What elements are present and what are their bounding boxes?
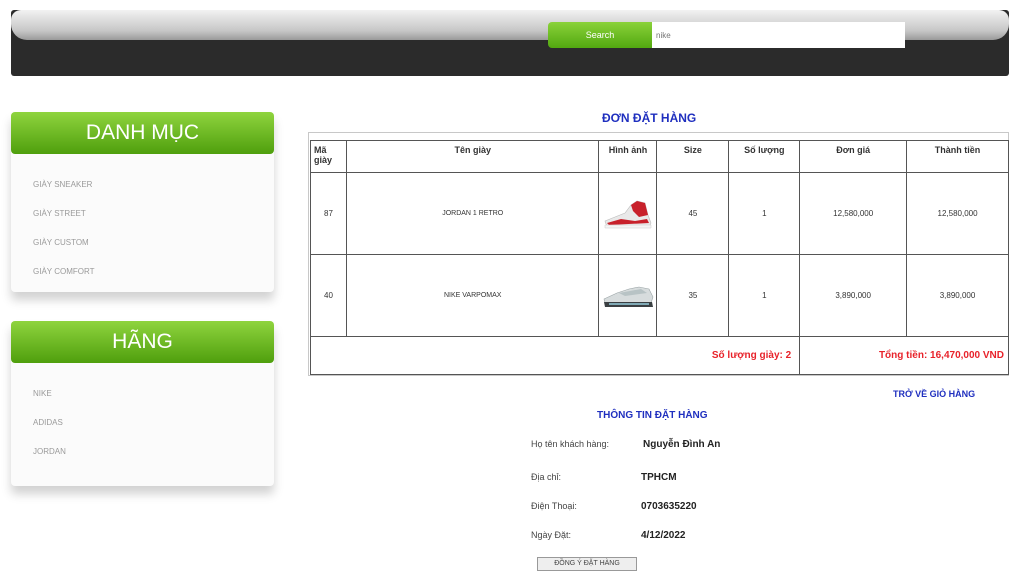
category-item-sneaker[interactable]: GIÀY SNEAKER: [33, 170, 274, 199]
summary-qty-text: Số lượng giày: 2: [711, 350, 792, 361]
brand-list: NIKE ADIDAS JORDAN: [11, 363, 274, 486]
address-row: Địa chỉ: TPHCM: [531, 472, 677, 483]
customer-value: Nguyễn Đình An: [643, 439, 721, 450]
row-image: [598, 172, 658, 255]
phone-label: Điện Thoại:: [531, 501, 577, 511]
date-row: Ngày Đặt: 4/12/2022: [531, 530, 686, 541]
summary-total-text: Tổng tiền: 16,470,000 VND: [878, 350, 1004, 361]
phone-value: 0703635220: [641, 501, 697, 512]
row-qty: 1: [728, 254, 801, 337]
customer-label: Họ tên khách hàng:: [531, 439, 610, 449]
order-table-header: Mã giày Tên giày Hình ảnh Size Số lượng …: [310, 140, 1009, 173]
row-price: 12,580,000: [799, 172, 908, 255]
red-white-sneaker-image: [604, 200, 652, 228]
brand-item-adidas[interactable]: ADIDAS: [33, 408, 274, 437]
confirm-order-button[interactable]: ĐỒNG Ý ĐẶT HÀNG: [537, 557, 637, 571]
row-total: 12,580,000: [906, 172, 1009, 255]
category-item-custom[interactable]: GIÀY CUSTOM: [33, 228, 274, 257]
category-item-street[interactable]: GIÀY STREET: [33, 199, 274, 228]
summary-qty: Số lượng giày: 2: [309, 336, 801, 375]
back-to-cart-link[interactable]: TRỞ VỀ GIỎ HÀNG: [893, 389, 975, 399]
summary-total: Tổng tiền: 16,470,000 VND: [799, 336, 1009, 375]
col-size: Size: [656, 140, 730, 173]
col-price: Đơn giá: [799, 140, 908, 173]
col-image: Hình ảnh: [598, 140, 658, 173]
row-name: JORDAN 1 RETRO: [345, 172, 600, 255]
row-id: 87: [310, 172, 347, 255]
col-id: Mã giày: [310, 140, 347, 173]
category-item-comfort[interactable]: GIÀY COMFORT: [33, 257, 274, 286]
brand-item-nike[interactable]: NIKE: [33, 379, 274, 408]
address-label: Địa chỉ:: [531, 472, 562, 482]
order-info-title: THÔNG TIN ĐẶT HÀNG: [597, 410, 708, 421]
col-qty: Số lượng: [728, 140, 801, 173]
col-name: Tên giày: [345, 140, 600, 173]
brand-panel-title: HÃNG: [11, 321, 274, 363]
table-row: 87 JORDAN 1 RETRO 45 1 12,580,000 12,580…: [310, 172, 1009, 255]
summary-row: Số lượng giày: 2 Tổng tiền: 16,470,000 V…: [309, 336, 1009, 375]
row-image: [598, 254, 658, 337]
row-size: 45: [656, 172, 730, 255]
category-panel-title: DANH MỤC: [11, 112, 274, 154]
brand-item-jordan[interactable]: JORDAN: [33, 437, 274, 466]
order-table: Mã giày Tên giày Hình ảnh Size Số lượng …: [309, 140, 1009, 375]
row-id: 40: [310, 254, 347, 337]
search-input[interactable]: [652, 22, 905, 48]
brand-panel: HÃNG NIKE ADIDAS JORDAN: [11, 321, 274, 486]
row-price: 3,890,000: [799, 254, 908, 337]
category-list: GIÀY SNEAKER GIÀY STREET GIÀY CUSTOM GIÀ…: [11, 154, 274, 292]
row-total: 3,890,000: [906, 254, 1009, 337]
date-label: Ngày Đặt:: [531, 530, 572, 540]
search-button[interactable]: Search: [548, 22, 652, 48]
category-panel: DANH MỤC GIÀY SNEAKER GIÀY STREET GIÀY C…: [11, 112, 274, 292]
customer-row: Họ tên khách hàng: Nguyễn Đình An: [531, 439, 720, 450]
row-name: NIKE VARPOMAX: [345, 254, 600, 337]
order-title: ĐƠN ĐẶT HÀNG: [602, 111, 697, 125]
row-size: 35: [656, 254, 730, 337]
date-value: 4/12/2022: [641, 530, 686, 541]
col-total: Thành tiền: [906, 140, 1009, 173]
row-qty: 1: [728, 172, 801, 255]
address-value: TPHCM: [641, 472, 677, 483]
phone-row: Điện Thoại: 0703635220: [531, 501, 697, 512]
grey-white-sneaker-image: [603, 286, 654, 307]
table-row: 40 NIKE VARPOMAX 35 1 3,890,000 3,890,00…: [310, 254, 1009, 337]
